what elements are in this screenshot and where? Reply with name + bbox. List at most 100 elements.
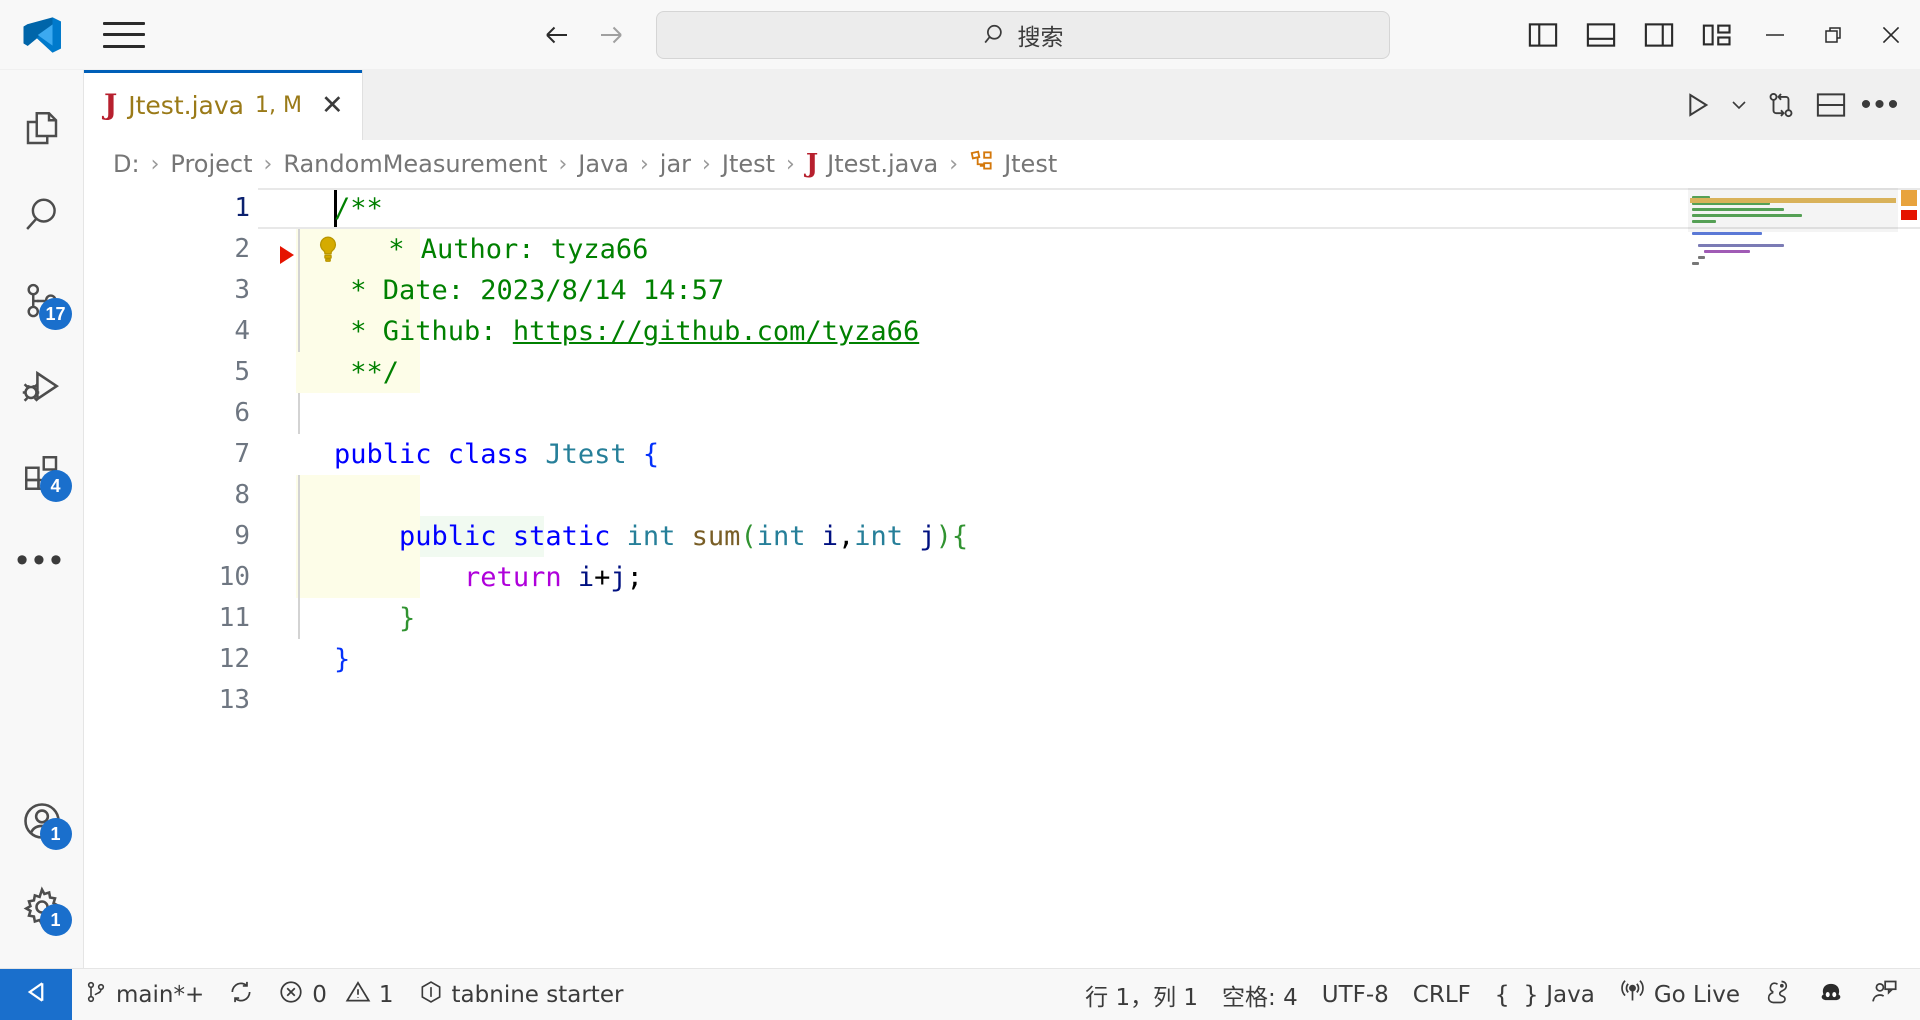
- code-line-4[interactable]: * Github: https://github.com/tyza66: [296, 311, 1920, 352]
- code-line-3[interactable]: * Date: 2023/8/14 14:57: [296, 270, 1920, 311]
- toggle-panel-button[interactable]: [1572, 0, 1630, 70]
- code-line-6[interactable]: [296, 393, 1920, 434]
- squirrel-icon: [1764, 978, 1792, 1012]
- search-icon: [21, 194, 63, 241]
- sidebar-item-search[interactable]: [0, 174, 84, 260]
- window-maximize-button[interactable]: [1804, 0, 1862, 70]
- code-line-12[interactable]: }: [296, 639, 1920, 680]
- window-minimize-button[interactable]: [1746, 0, 1804, 70]
- code-line-9-sp3: [903, 521, 919, 552]
- line-number: 2: [234, 234, 250, 264]
- vscode-window: 搜索 17 4 ••• 1 1 J Jtest.java 1, M ✕ ••• …: [0, 0, 1920, 1020]
- status-branch[interactable]: main*+: [72, 969, 216, 1020]
- activity-bar-accounts[interactable]: 1: [0, 780, 84, 866]
- breadcrumb-item-5[interactable]: Jtest: [719, 150, 778, 178]
- status-tabnine[interactable]: tabnine starter: [406, 969, 636, 1020]
- code-line-1[interactable]: /**: [258, 188, 1920, 229]
- breadcrumb-item-6[interactable]: J Jtest.java: [803, 149, 941, 179]
- activity-bar-manage-settings[interactable]: 1: [0, 866, 84, 952]
- code-line-5[interactable]: **/: [296, 352, 1920, 393]
- sidebar-item-extensions[interactable]: 4: [0, 432, 84, 518]
- status-encoding-label: UTF-8: [1321, 981, 1389, 1008]
- code-line-2[interactable]: * Author: tyza66: [296, 229, 1920, 270]
- code-line-7-brace: {: [642, 439, 660, 470]
- command-center-search[interactable]: 搜索: [656, 10, 1390, 59]
- search-placeholder: 搜索: [1017, 24, 1064, 51]
- go-forward-button[interactable]: [584, 12, 638, 58]
- breadcrumb-separator: ›: [639, 151, 649, 177]
- line-number-gutter: 1 2 3 4 5 6 7 8 9 10 11 12 13: [84, 188, 296, 968]
- code-line-10-return: return: [464, 562, 562, 593]
- status-error-count: 0: [312, 981, 327, 1008]
- code-line-3-text: * Date: 2023/8/14 14:57: [334, 275, 725, 306]
- sidebar-item-source-control[interactable]: 17: [0, 260, 84, 346]
- close-icon[interactable]: ✕: [321, 91, 344, 119]
- code-line-13[interactable]: [296, 680, 1920, 721]
- editor-more-actions[interactable]: •••: [1856, 70, 1906, 140]
- code-line-1-text: /**: [334, 193, 383, 224]
- code-line-8[interactable]: [296, 475, 1920, 516]
- code-content[interactable]: /** * Author: tyza66 * Date: 2023/8/14 1…: [258, 188, 1920, 968]
- breadcrumb-item-3[interactable]: Java: [575, 150, 632, 178]
- code-line-9-pname1: i: [821, 521, 839, 552]
- code-line-11[interactable]: }: [296, 598, 1920, 639]
- status-warning-count: 1: [378, 981, 394, 1008]
- code-line-9-lbrace: {: [951, 521, 969, 552]
- breadcrumb-item-0[interactable]: D:: [110, 150, 143, 178]
- code-line-10-plus: +: [594, 562, 611, 593]
- breadcrumb-item-7[interactable]: Jtest: [966, 148, 1060, 180]
- status-cursor-position[interactable]: 行 1，列 1: [1073, 969, 1210, 1020]
- status-problems[interactable]: 0 1: [266, 969, 405, 1020]
- sidebar-item-run-and-debug[interactable]: [0, 346, 84, 432]
- breadcrumb-item-2[interactable]: RandomMeasurement: [280, 150, 550, 178]
- status-indentation[interactable]: 空格: 4: [1210, 969, 1310, 1020]
- git-compare-icon[interactable]: [1756, 70, 1806, 140]
- run-debug-icon: [20, 365, 64, 414]
- code-line-7[interactable]: public class Jtest {: [296, 434, 1920, 475]
- line-number: 8: [234, 480, 250, 510]
- code-line-7-keyword: public class: [334, 439, 546, 470]
- breadcrumb-separator: ›: [786, 151, 795, 177]
- toggle-primary-sidebar-button[interactable]: [1514, 0, 1572, 70]
- line-number: 13: [218, 685, 250, 715]
- tab-jtest-java[interactable]: J Jtest.java 1, M ✕: [84, 70, 363, 140]
- code-line-9[interactable]: public static int sum(int i,int j){: [296, 516, 1920, 557]
- status-eol[interactable]: CRLF: [1401, 969, 1483, 1020]
- status-gitlens[interactable]: [1752, 969, 1804, 1020]
- code-line-4-link[interactable]: https://github.com/tyza66: [513, 316, 919, 347]
- warning-marker-glyph[interactable]: [280, 246, 294, 264]
- sidebar-item-more-views[interactable]: •••: [0, 518, 84, 604]
- run-java-button[interactable]: [1672, 70, 1722, 140]
- toggle-secondary-sidebar-button[interactable]: [1630, 0, 1688, 70]
- customize-layout-button[interactable]: [1688, 0, 1746, 70]
- code-editor[interactable]: 1 2 3 4 5 6 7 8 9 10 11 12 13 /** * Auth…: [84, 188, 1920, 968]
- code-line-9-methodname: sum: [691, 521, 741, 552]
- sidebar-item-explorer[interactable]: [0, 88, 84, 174]
- chevron-down-icon[interactable]: [1722, 70, 1756, 140]
- main-menu-button[interactable]: [84, 21, 164, 48]
- status-go-live[interactable]: Go Live: [1607, 969, 1752, 1020]
- status-language-mode[interactable]: { } Java: [1483, 969, 1607, 1020]
- code-line-9-rparen: ): [935, 521, 952, 552]
- breadcrumb-item-4[interactable]: jar: [657, 150, 694, 178]
- status-sync-changes[interactable]: [216, 969, 266, 1020]
- breadcrumb-item-6-label: Jtest.java: [827, 150, 939, 178]
- code-line-10[interactable]: return i+j;: [296, 557, 1920, 598]
- files-icon: [21, 108, 63, 155]
- line-number: 3: [234, 275, 250, 305]
- status-remote-host[interactable]: [0, 968, 72, 1020]
- status-feedback[interactable]: [1858, 969, 1920, 1020]
- status-copilot[interactable]: [1804, 969, 1858, 1020]
- go-back-button[interactable]: [530, 12, 584, 58]
- workbench-body: 17 4 ••• 1 1 J Jtest.java 1, M ✕ ••• D: …: [0, 70, 1920, 968]
- source-control-branch-icon: [84, 979, 108, 1011]
- ellipsis-icon: •••: [16, 541, 67, 580]
- minimap-slider[interactable]: [1688, 188, 1898, 232]
- window-close-button[interactable]: [1862, 0, 1920, 70]
- search-icon: [983, 22, 1009, 48]
- breadcrumb-item-1[interactable]: Project: [167, 150, 255, 178]
- split-editor-icon[interactable]: [1806, 70, 1856, 140]
- vertical-scrollbar[interactable]: [1898, 188, 1920, 968]
- status-encoding[interactable]: UTF-8: [1310, 969, 1401, 1020]
- code-line-9-ptype2: int: [854, 521, 904, 552]
